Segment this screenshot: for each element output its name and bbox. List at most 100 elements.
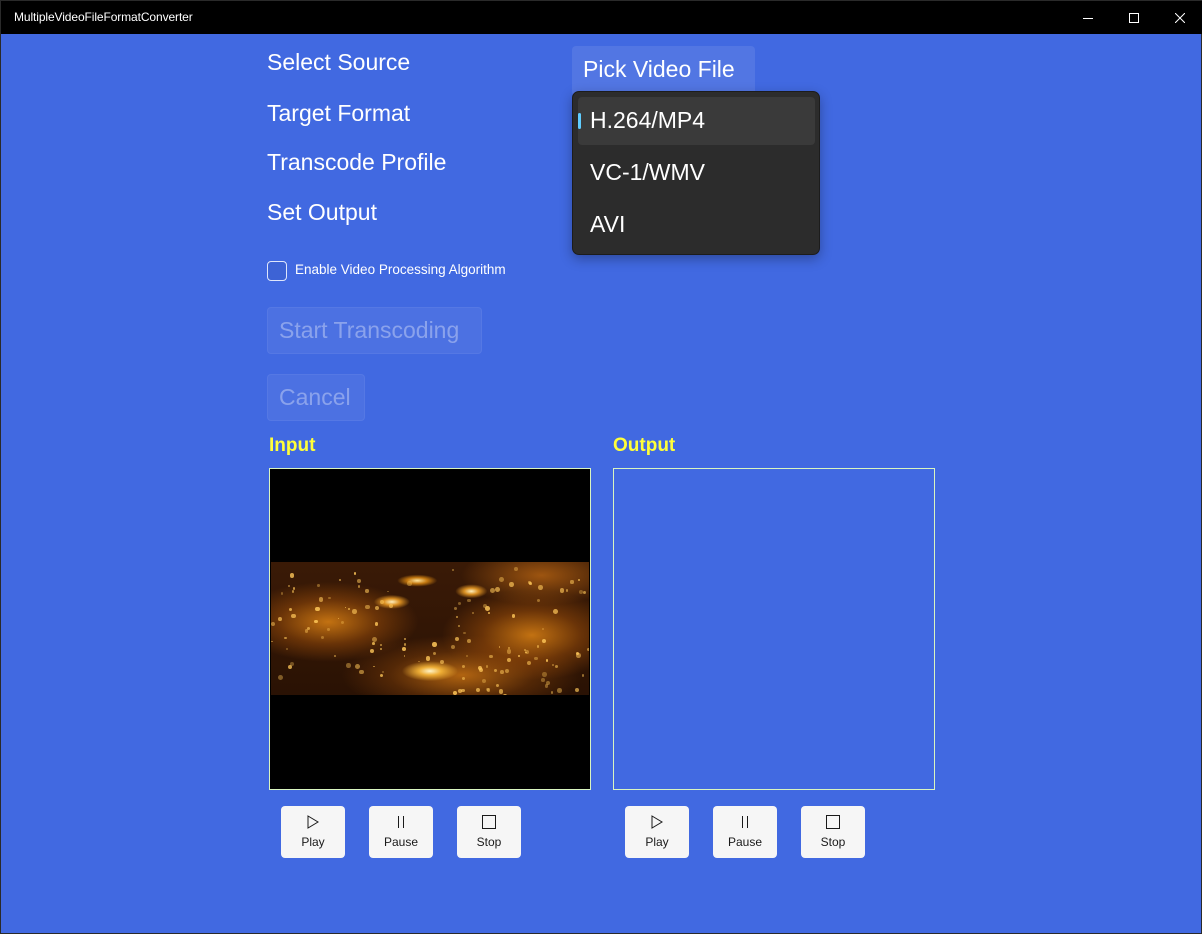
video-particle <box>292 587 296 590</box>
video-particle <box>452 691 457 695</box>
video-particle <box>467 598 471 602</box>
video-particle <box>450 645 455 650</box>
format-option-label: AVI <box>590 211 626 237</box>
video-particle <box>541 678 546 682</box>
video-particle <box>357 578 361 583</box>
output-play-button[interactable]: Play <box>625 806 689 858</box>
video-particle <box>466 639 471 644</box>
app-window: MultipleVideoFileFormatConverter Select … <box>0 0 1202 934</box>
video-particle <box>334 655 337 657</box>
video-particle <box>458 624 461 627</box>
video-particle <box>485 665 489 668</box>
play-icon <box>307 815 319 829</box>
video-particle <box>403 655 406 657</box>
video-particle <box>403 637 406 640</box>
video-particle <box>344 606 347 609</box>
video-particle <box>290 613 296 619</box>
video-particle <box>546 681 551 685</box>
video-particle <box>514 567 518 572</box>
video-particle <box>511 614 516 618</box>
selection-indicator <box>578 113 581 129</box>
pause-icon <box>398 816 404 828</box>
video-particle <box>500 669 504 674</box>
output-stop-button[interactable]: Stop <box>801 806 865 858</box>
format-option-h264-mp4[interactable]: H.264/MP4 <box>578 97 815 145</box>
pause-icon <box>742 816 748 828</box>
output-video-player[interactable] <box>613 468 935 790</box>
format-option-vc1-wmv[interactable]: VC-1/WMV <box>578 149 815 197</box>
video-particle <box>579 590 584 595</box>
enable-video-processing-label[interactable]: Enable Video Processing Algorithm <box>295 262 506 277</box>
maximize-button[interactable] <box>1111 1 1157 34</box>
video-particle <box>536 644 540 648</box>
cancel-button[interactable]: Cancel <box>267 374 365 421</box>
stop-label: Stop <box>820 835 846 849</box>
video-particle <box>337 617 340 620</box>
video-particle <box>372 665 375 668</box>
video-particle <box>498 645 501 648</box>
enable-video-processing-checkbox[interactable] <box>267 261 287 281</box>
video-particle <box>425 656 430 661</box>
input-video-player[interactable] <box>269 468 591 790</box>
video-particle <box>271 621 276 626</box>
video-particle <box>432 651 436 656</box>
close-button[interactable] <box>1157 1 1202 34</box>
video-particle <box>374 605 380 611</box>
stop-icon <box>826 815 840 829</box>
video-particle <box>365 604 370 609</box>
video-particle <box>509 582 514 587</box>
video-particle <box>455 637 460 642</box>
video-particle <box>461 676 466 681</box>
video-particle <box>458 688 462 693</box>
video-particle <box>458 601 462 606</box>
video-particle <box>499 576 505 582</box>
video-particle <box>355 664 361 670</box>
minimize-button[interactable] <box>1065 1 1111 34</box>
video-particle <box>475 688 480 693</box>
video-particle <box>506 649 512 654</box>
close-icon <box>1175 12 1185 23</box>
video-particle <box>353 572 357 575</box>
start-transcoding-button[interactable]: Start Transcoding <box>267 307 482 354</box>
window-title: MultipleVideoFileFormatConverter <box>14 10 193 24</box>
video-particle <box>536 598 540 602</box>
video-particle <box>291 590 295 593</box>
video-particle <box>369 648 374 653</box>
video-particle <box>372 641 376 645</box>
video-particle <box>471 612 474 615</box>
pause-label: Pause <box>727 835 763 849</box>
video-particle <box>340 620 344 625</box>
video-particle <box>319 597 324 602</box>
input-play-button[interactable]: Play <box>281 806 345 858</box>
video-particle <box>321 636 325 640</box>
format-option-label: VC-1/WMV <box>590 159 705 185</box>
video-particle <box>289 607 293 612</box>
video-particle <box>278 675 283 681</box>
video-particle <box>542 672 547 677</box>
target-format-dropdown: H.264/MP4 VC-1/WMV AVI <box>572 91 820 255</box>
video-particle <box>327 596 331 600</box>
video-particle <box>487 611 490 614</box>
output-pause-button[interactable]: Pause <box>713 806 777 858</box>
input-pause-button[interactable]: Pause <box>369 806 433 858</box>
video-particle <box>481 679 486 684</box>
video-particle <box>527 660 532 666</box>
video-particle <box>462 665 466 669</box>
video-particle <box>374 622 379 626</box>
video-particle <box>338 579 341 582</box>
video-particle <box>560 588 565 593</box>
video-particle <box>327 628 330 631</box>
video-particle <box>388 604 393 609</box>
video-particle <box>347 608 350 611</box>
pick-video-file-button[interactable]: Pick Video File <box>572 46 755 96</box>
video-particle <box>382 670 385 673</box>
video-particle <box>498 689 504 694</box>
video-particle <box>518 655 521 658</box>
title-bar: MultipleVideoFileFormatConverter <box>1 1 1202 34</box>
video-particle <box>317 584 320 588</box>
video-particle <box>494 669 498 673</box>
video-particle <box>346 663 351 668</box>
video-particle <box>352 609 357 614</box>
input-stop-button[interactable]: Stop <box>457 806 521 858</box>
format-option-avi[interactable]: AVI <box>578 201 815 249</box>
